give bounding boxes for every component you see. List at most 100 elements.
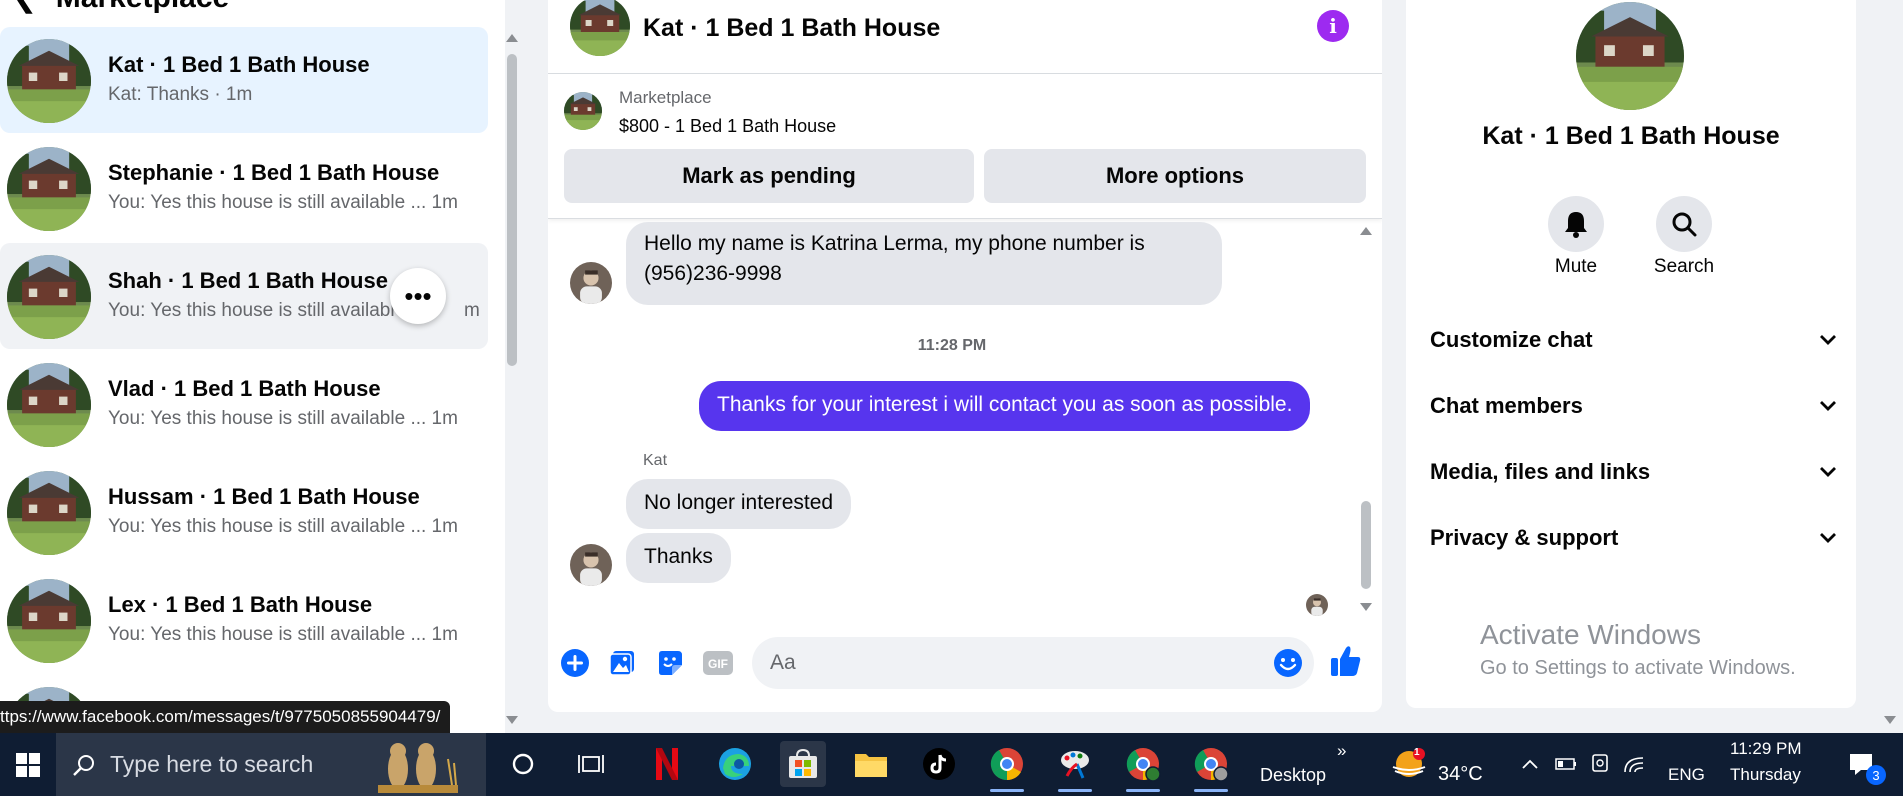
watermark-subtitle: Go to Settings to activate Windows. xyxy=(1480,657,1796,679)
chrome-profile-icon[interactable] xyxy=(1188,741,1234,792)
desktop-toolbar-label[interactable]: Desktop xyxy=(1260,765,1326,786)
chevron-down-icon xyxy=(1816,526,1840,550)
search-in-conversation-button[interactable] xyxy=(1656,196,1712,252)
chevron-up-icon[interactable] xyxy=(1516,741,1544,787)
marketplace-listing-card: Marketplace $800 - 1 Bed 1 Bath House Ma… xyxy=(548,74,1382,219)
section-label: Chat members xyxy=(1430,393,1583,418)
thumbs-up-icon[interactable] xyxy=(1330,645,1362,677)
listing-thumbnail[interactable] xyxy=(564,92,602,130)
conversation-item-hussam[interactable]: Hussam · 1 Bed 1 Bath House You: Yes thi… xyxy=(0,459,488,565)
notification-center-icon[interactable]: 3 xyxy=(1836,741,1886,787)
tiktok-icon[interactable] xyxy=(916,741,962,787)
chat-title[interactable]: Kat · 1 Bed 1 Bath House xyxy=(643,14,940,43)
listing-price-title[interactable]: $800 - 1 Bed 1 Bath House xyxy=(619,116,836,137)
weather-temperature[interactable]: 34°C xyxy=(1438,763,1483,786)
message-bubble-incoming: Hello my name is Katrina Lerma, my phone… xyxy=(626,222,1222,305)
conversation-preview: You: Yes this house is still available .… xyxy=(108,624,458,645)
microsoft-store-icon[interactable] xyxy=(780,741,826,787)
edge-browser-icon[interactable] xyxy=(712,741,758,787)
info-icon[interactable]: i xyxy=(1317,10,1349,42)
language-indicator[interactable]: ENG xyxy=(1668,765,1705,785)
clock-time[interactable]: 11:29 PM xyxy=(1730,739,1802,759)
chat-members-section[interactable]: Chat members xyxy=(1430,378,1840,434)
plus-icon[interactable] xyxy=(559,647,591,679)
conversation-preview: You: Yes this house is still available .… xyxy=(108,516,458,537)
windows-taskbar: Type here to search » Desktop 1 34°C ENG… xyxy=(0,733,1903,796)
mute-button[interactable] xyxy=(1548,196,1604,252)
conversation-preview-tail: m xyxy=(464,300,480,321)
conversation-preview: Kat: Thanks · 1m xyxy=(108,84,253,105)
conversation-item-stephanie[interactable]: Stephanie · 1 Bed 1 Bath House You: Yes … xyxy=(0,135,488,241)
sticker-icon[interactable] xyxy=(654,647,686,679)
message-text-line: (956)236-9998 xyxy=(644,262,782,285)
windows-start-button[interactable] xyxy=(0,733,56,796)
mark-as-pending-button[interactable]: Mark as pending xyxy=(564,149,974,203)
back-arrow-icon[interactable]: ❮ xyxy=(14,0,36,14)
scroll-up-arrow-icon[interactable] xyxy=(1360,227,1372,235)
message-composer: GIF xyxy=(548,617,1382,712)
weather-alert-badge: 1 xyxy=(1414,747,1420,758)
message-input[interactable] xyxy=(752,637,1314,689)
message-timestamp: 11:28 PM xyxy=(917,337,987,354)
conversation-list-scrollbar[interactable] xyxy=(505,28,519,728)
scroll-down-arrow-icon[interactable] xyxy=(506,716,518,724)
search-icon xyxy=(1672,212,1697,237)
wifi-icon[interactable] xyxy=(1618,741,1650,787)
scrollbar-thumb[interactable] xyxy=(507,54,517,366)
task-view-icon[interactable] xyxy=(568,741,614,787)
photo-icon[interactable] xyxy=(606,647,638,679)
chrome-icon[interactable] xyxy=(984,741,1030,792)
battery-icon[interactable] xyxy=(1550,741,1582,787)
file-explorer-icon[interactable] xyxy=(848,741,894,787)
profile-name: Kat · 1 Bed 1 Bath House xyxy=(1482,122,1780,150)
meet-now-icon[interactable] xyxy=(1584,741,1616,787)
profile-avatar[interactable] xyxy=(1576,2,1684,110)
conversation-info-panel: Kat · 1 Bed 1 Bath House Mute Search Cus… xyxy=(1406,0,1856,708)
conversation-name: Lex · 1 Bed 1 Bath House xyxy=(108,592,373,617)
conversation-preview: You: Yes this house is still availabl m xyxy=(108,300,480,322)
more-options-icon[interactable]: ••• xyxy=(390,268,446,324)
mute-label: Mute xyxy=(1554,256,1598,277)
conversation-preview-text: You: Yes this house is still availabl xyxy=(108,300,395,321)
weather-icon[interactable]: 1 xyxy=(1386,741,1432,787)
page-title: Marketplace xyxy=(56,0,229,15)
scroll-up-arrow-icon[interactable] xyxy=(506,34,518,42)
bell-icon xyxy=(1565,212,1587,238)
taskbar-search-placeholder: Type here to search xyxy=(110,751,314,777)
section-label: Media, files and links xyxy=(1430,459,1651,484)
section-label: Customize chat xyxy=(1430,327,1593,352)
conversation-item-lex[interactable]: Lex · 1 Bed 1 Bath House You: Yes this h… xyxy=(0,567,488,673)
gif-icon[interactable]: GIF xyxy=(702,647,734,679)
sender-avatar[interactable] xyxy=(570,262,612,304)
toolbar-overflow-icon[interactable]: » xyxy=(1337,741,1346,761)
paint-app-icon[interactable] xyxy=(1052,741,1098,792)
chat-avatar[interactable] xyxy=(570,0,630,56)
search-label: Search xyxy=(1653,256,1715,277)
message-bubble-outgoing: Thanks for your interest i will contact … xyxy=(699,381,1311,431)
conversation-preview: You: Yes this house is still available .… xyxy=(108,192,458,213)
taskbar-search-box[interactable]: Type here to search xyxy=(56,733,486,796)
conversation-item-kat[interactable]: Kat · 1 Bed 1 Bath House Kat: Thanks · 1… xyxy=(0,27,488,133)
chat-header: Kat · 1 Bed 1 Bath House i xyxy=(548,0,1382,74)
conversation-item-shah[interactable]: Shah · 1 Bed 1 Bath House You: Yes this … xyxy=(0,243,488,349)
marketplace-label: Marketplace xyxy=(619,88,712,107)
sender-avatar[interactable] xyxy=(570,544,612,586)
message-thread-scrollbar[interactable] xyxy=(1356,219,1376,617)
more-options-button[interactable]: More options xyxy=(984,149,1366,203)
scroll-down-arrow-icon[interactable] xyxy=(1360,603,1372,611)
link-status-url: ttps://www.facebook.com/messages/t/97750… xyxy=(0,701,451,733)
scrollbar-thumb[interactable] xyxy=(1361,501,1371,589)
clock-day[interactable]: Thursday xyxy=(1730,765,1801,785)
svg-text:GIF: GIF xyxy=(708,657,728,671)
chrome-profile-icon[interactable] xyxy=(1120,741,1166,792)
cortana-icon[interactable] xyxy=(500,741,546,787)
chevron-down-icon xyxy=(1816,328,1840,352)
netflix-icon[interactable] xyxy=(644,741,690,787)
conversation-item-vlad[interactable]: Vlad · 1 Bed 1 Bath House You: Yes this … xyxy=(0,351,488,457)
customize-chat-section[interactable]: Customize chat xyxy=(1430,312,1840,368)
privacy-support-section[interactable]: Privacy & support xyxy=(1430,510,1840,566)
emoji-icon[interactable] xyxy=(1272,647,1304,679)
media-files-links-section[interactable]: Media, files and links xyxy=(1430,444,1840,500)
listing-thumbnail xyxy=(7,147,91,231)
listing-thumbnail xyxy=(7,471,91,555)
